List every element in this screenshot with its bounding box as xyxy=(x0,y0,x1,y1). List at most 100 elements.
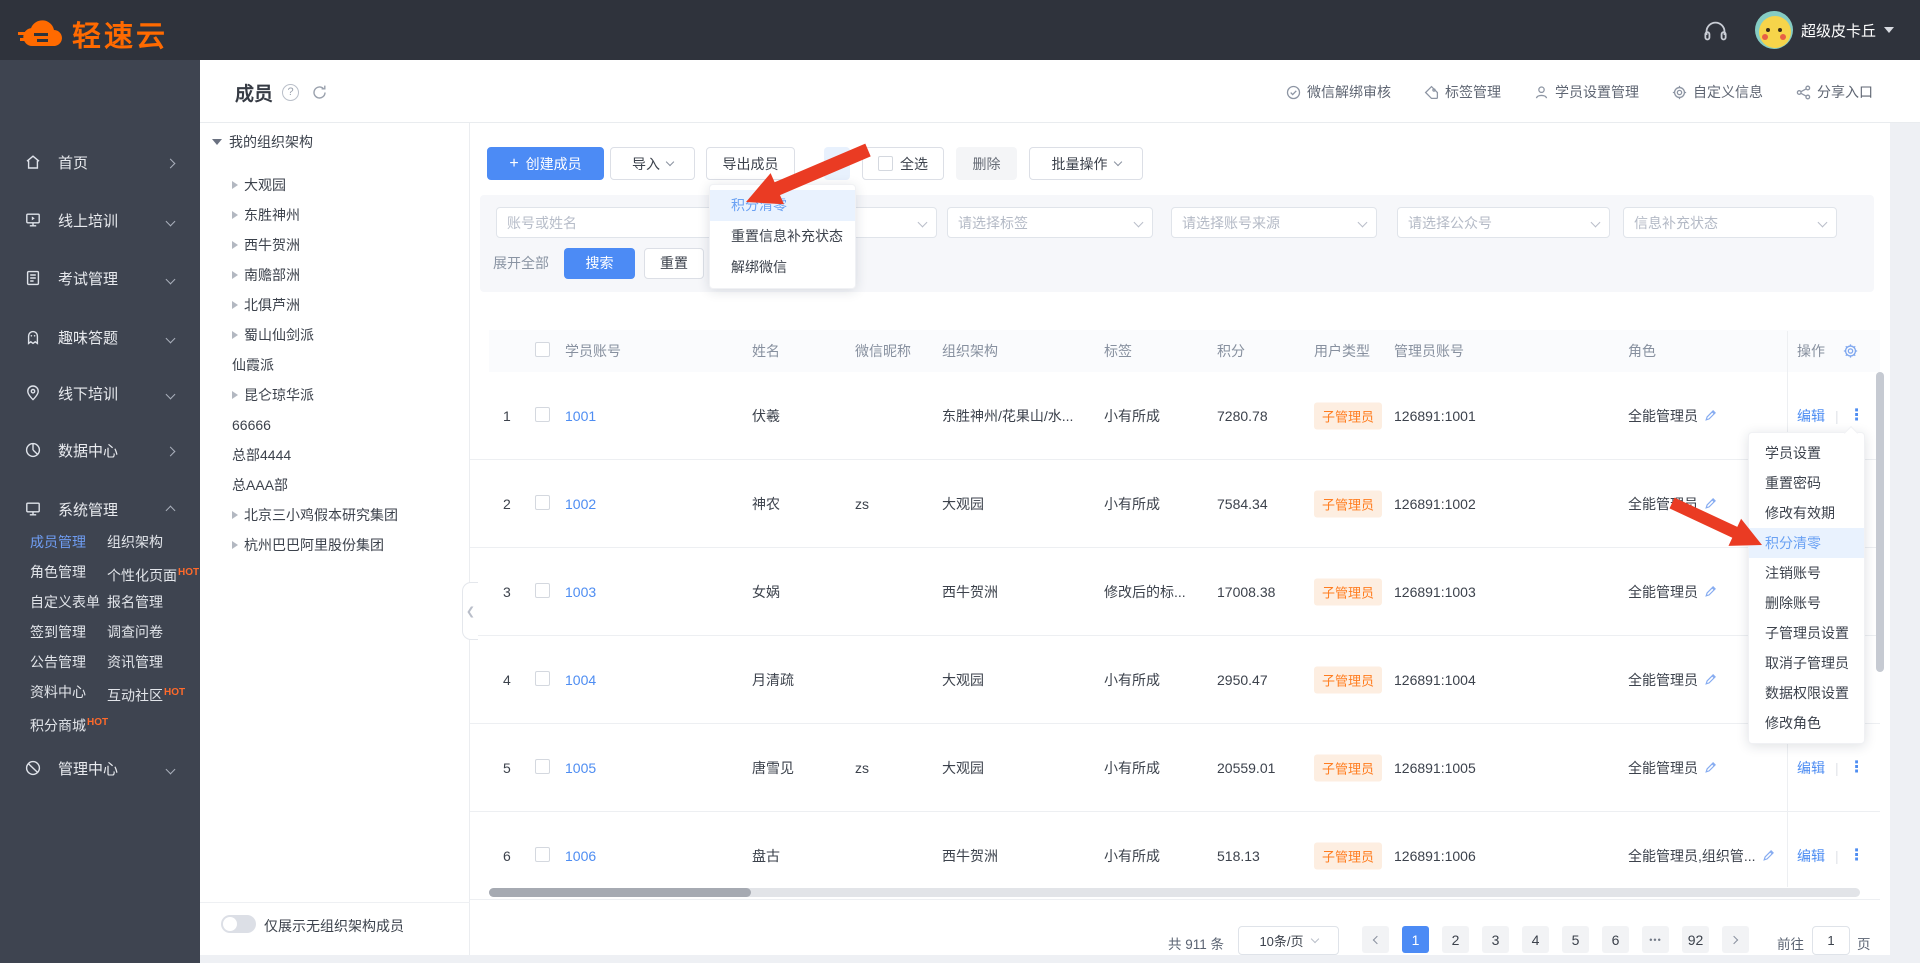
submenu-item[interactable]: 资讯管理 xyxy=(107,652,200,673)
submenu-item[interactable]: 自定义表单 xyxy=(30,592,107,613)
menu-item[interactable]: 修改角色 xyxy=(1749,708,1864,738)
edit-pencil-icon[interactable] xyxy=(1704,409,1717,422)
filter-select-official-account[interactable]: 请选择公众号 xyxy=(1397,207,1610,238)
show-no-org-toggle[interactable] xyxy=(221,915,256,933)
create-member-button[interactable]: + 创建成员 xyxy=(487,147,604,180)
submenu-item[interactable]: 调查问卷 xyxy=(107,622,200,643)
submenu-item[interactable]: 报名管理 xyxy=(107,592,200,613)
submenu-item[interactable]: 资料中心 xyxy=(30,682,107,703)
header-checkbox[interactable] xyxy=(535,342,550,357)
submenu-item[interactable]: 角色管理 xyxy=(30,562,107,583)
select-all-checkbox[interactable] xyxy=(878,156,893,171)
next-page-button[interactable] xyxy=(1722,926,1749,953)
filter-select-info-status[interactable]: 信息补充状态 xyxy=(1623,207,1837,238)
headset-icon[interactable] xyxy=(1702,17,1729,44)
account-link[interactable]: 1005 xyxy=(565,760,596,776)
sidebar-item-online-training[interactable]: 线上培训 xyxy=(0,200,200,240)
search-button[interactable]: 搜索 xyxy=(564,248,635,279)
tree-node[interactable]: 仙霞派 xyxy=(232,350,398,380)
row-checkbox[interactable] xyxy=(535,406,550,422)
row-more-button[interactable]: ⋮ xyxy=(1849,847,1865,863)
account-link[interactable]: 1002 xyxy=(565,496,596,512)
submenu-item[interactable]: 签到管理 xyxy=(30,622,107,643)
menu-item[interactable]: 积分清零 xyxy=(1749,528,1864,558)
row-more-button[interactable]: ⋮ xyxy=(1849,407,1865,423)
row-checkbox[interactable] xyxy=(535,758,550,774)
menu-item[interactable]: 学员设置 xyxy=(1749,438,1864,468)
expand-all-link[interactable]: 展开全部 xyxy=(493,253,549,273)
edit-button[interactable]: 编辑 xyxy=(1797,758,1825,778)
menu-item[interactable]: 积分清零 xyxy=(710,190,855,221)
sidebar-item-offline-training[interactable]: 线下培训 xyxy=(0,373,200,413)
tree-node[interactable]: 总AAA部 xyxy=(232,470,398,500)
delete-button[interactable]: 删除 xyxy=(956,147,1017,180)
account-link[interactable]: 1001 xyxy=(565,408,596,424)
sidebar-item-admin-center[interactable]: 管理中心 xyxy=(0,748,200,788)
export-members-button[interactable]: 导出成员 xyxy=(706,147,795,180)
edit-pencil-icon[interactable] xyxy=(1762,849,1775,862)
row-checkbox[interactable] xyxy=(535,670,550,686)
filter-select-tag[interactable]: 请选择标签 xyxy=(947,207,1153,238)
sidebar-item-exam[interactable]: 考试管理 xyxy=(0,258,200,298)
reset-button[interactable]: 重置 xyxy=(644,248,704,279)
tree-node[interactable]: 北俱芦洲 xyxy=(232,290,398,320)
batch-operations-button[interactable]: 批量操作 xyxy=(1029,147,1143,180)
account-link[interactable]: 1006 xyxy=(565,848,596,864)
submenu-item[interactable]: 成员管理 xyxy=(30,532,107,553)
select-all-button[interactable]: 全选 xyxy=(862,147,944,180)
refresh-icon[interactable] xyxy=(311,84,328,101)
page-button[interactable]: 4 xyxy=(1522,926,1549,953)
menu-item[interactable]: 取消子管理员 xyxy=(1749,648,1864,678)
menu-item[interactable]: 注销账号 xyxy=(1749,558,1864,588)
tree-root-node[interactable]: 我的组织架构 xyxy=(212,132,313,152)
edit-pencil-icon[interactable] xyxy=(1704,585,1717,598)
user-menu[interactable]: 超级皮卡丘 xyxy=(1754,11,1894,49)
goto-page-input[interactable] xyxy=(1812,926,1850,955)
row-more-button[interactable]: ⋮ xyxy=(1849,759,1865,775)
account-link[interactable]: 1003 xyxy=(565,584,596,600)
tree-node[interactable]: 南赡部洲 xyxy=(232,260,398,290)
menu-item[interactable]: 解绑微信 xyxy=(710,252,855,283)
link-share-entry[interactable]: 分享入口 xyxy=(1796,82,1873,102)
submenu-item[interactable]: 组织架构 xyxy=(107,532,200,553)
import-button[interactable]: 导入 xyxy=(610,147,695,180)
horizontal-scrollbar[interactable] xyxy=(489,888,1860,897)
page-button[interactable]: 92 xyxy=(1682,926,1709,953)
edit-button[interactable]: 编辑 xyxy=(1797,846,1825,866)
page-button[interactable]: 3 xyxy=(1482,926,1509,953)
tree-node[interactable]: 北京三小鸡假本研究集团 xyxy=(232,500,398,530)
page-button[interactable]: 1 xyxy=(1402,926,1429,953)
tree-node[interactable]: 蜀山仙剑派 xyxy=(232,320,398,350)
filter-select-account-source[interactable]: 请选择账号来源 xyxy=(1171,207,1377,238)
sidebar-item-home[interactable]: 首页 xyxy=(0,142,200,182)
link-custom-info[interactable]: 自定义信息 xyxy=(1672,82,1763,102)
sidebar-item-system[interactable]: 系统管理 xyxy=(0,489,200,529)
row-checkbox[interactable] xyxy=(535,582,550,598)
edit-pencil-icon[interactable] xyxy=(1704,497,1717,510)
tree-node[interactable]: 66666 xyxy=(232,410,398,440)
collapse-panel-handle[interactable]: ❮ xyxy=(462,582,478,640)
menu-item[interactable]: 修改有效期 xyxy=(1749,498,1864,528)
edit-pencil-icon[interactable] xyxy=(1704,761,1717,774)
tree-node[interactable]: 昆仑琼华派 xyxy=(232,380,398,410)
edit-button[interactable]: 编辑 xyxy=(1797,406,1825,426)
link-student-settings[interactable]: 学员设置管理 xyxy=(1534,82,1639,102)
menu-item[interactable]: 删除账号 xyxy=(1749,588,1864,618)
tree-node[interactable]: 西牛贺洲 xyxy=(232,230,398,260)
page-size-select[interactable]: 10条/页 xyxy=(1238,926,1339,955)
row-checkbox[interactable] xyxy=(535,846,550,862)
tree-node[interactable]: 杭州巴巴阿里股份集团 xyxy=(232,530,398,560)
submenu-item[interactable]: 个性化页面HOT xyxy=(107,562,200,584)
tree-node[interactable]: 总部4444 xyxy=(232,440,398,470)
edit-pencil-icon[interactable] xyxy=(1704,673,1717,686)
menu-item[interactable]: 重置密码 xyxy=(1749,468,1864,498)
vertical-scrollbar-thumb[interactable] xyxy=(1876,372,1884,672)
submenu-item[interactable]: 互动社区HOT xyxy=(107,682,200,704)
page-button[interactable]: 2 xyxy=(1442,926,1469,953)
menu-item[interactable]: 子管理员设置 xyxy=(1749,618,1864,648)
submenu-item[interactable]: 积分商城HOT xyxy=(30,712,108,734)
link-wechat-unbind-audit[interactable]: 微信解绑审核 xyxy=(1286,82,1391,102)
tree-node[interactable]: 东胜神州 xyxy=(232,200,398,230)
brand-logo[interactable]: 轻速云 xyxy=(18,13,168,55)
horizontal-scrollbar-thumb[interactable] xyxy=(489,888,751,897)
